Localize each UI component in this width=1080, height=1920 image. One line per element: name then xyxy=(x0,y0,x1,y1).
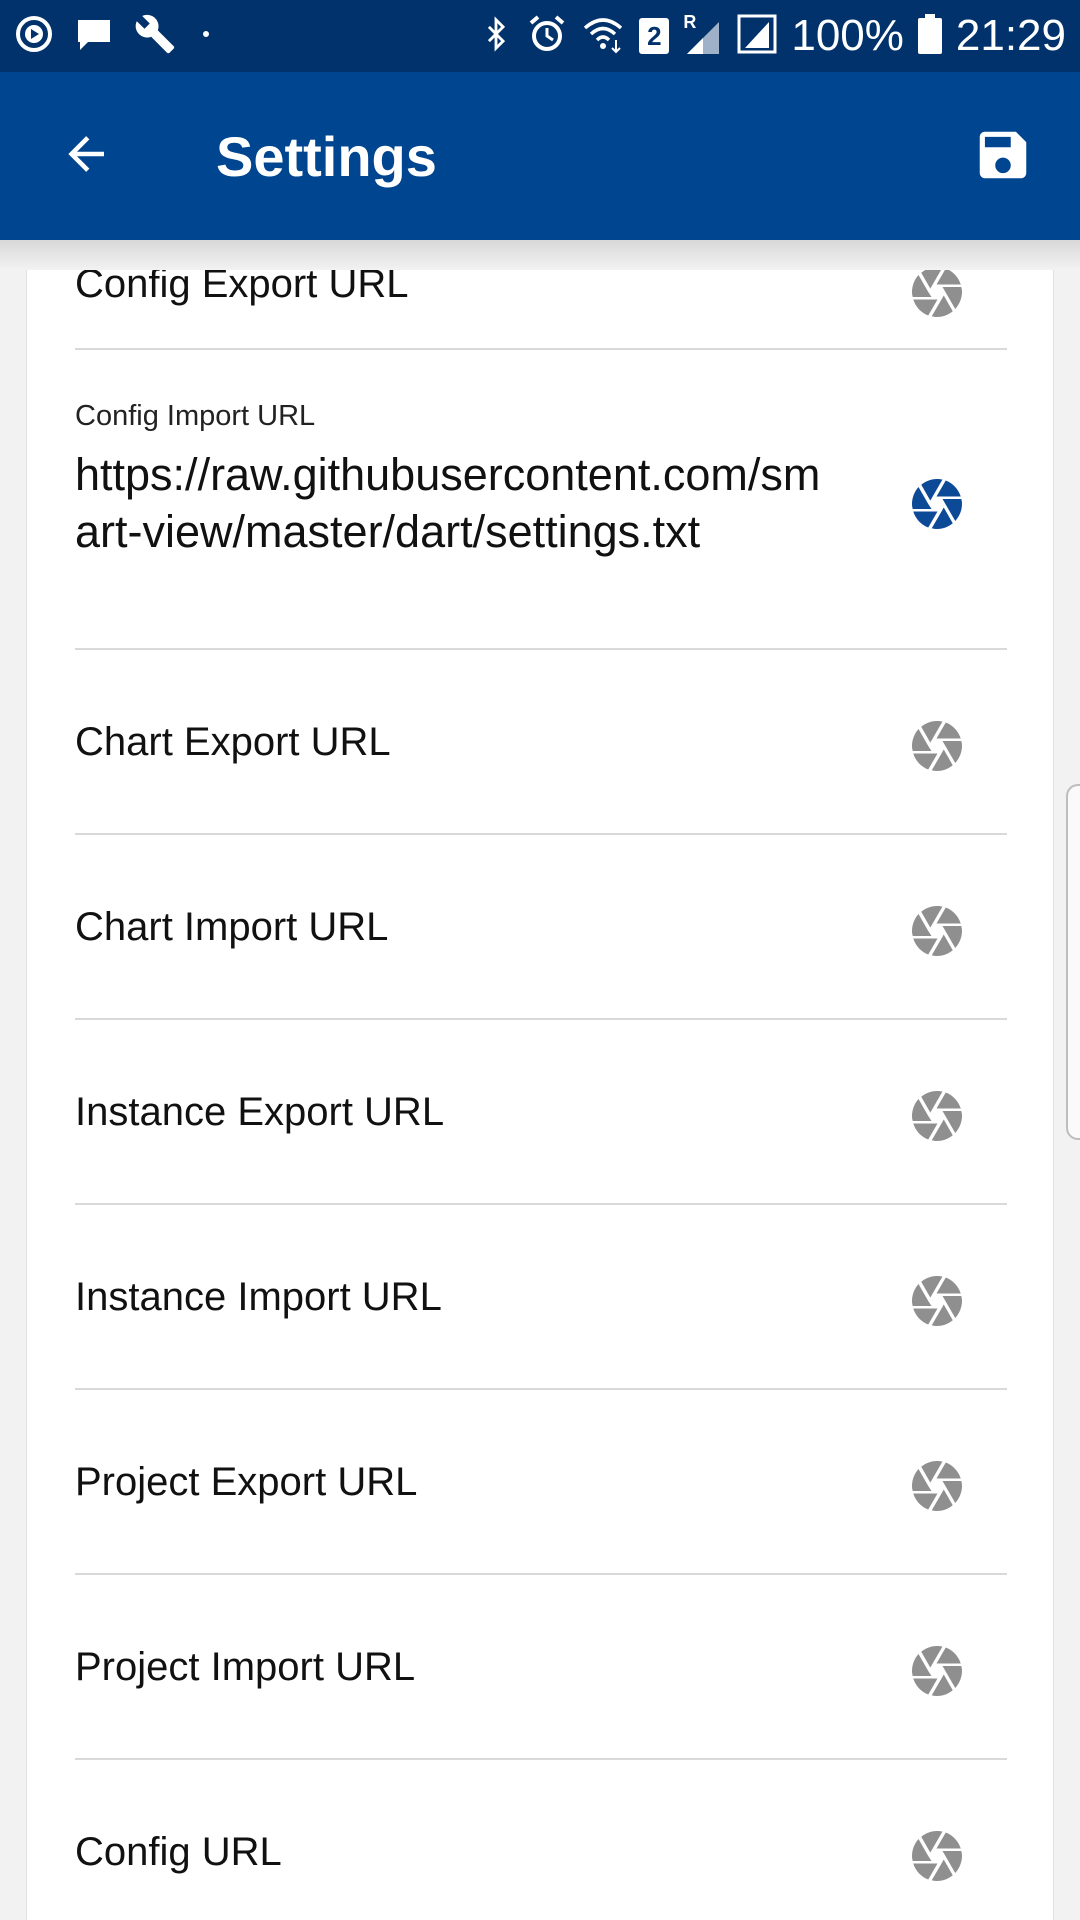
wrench-icon xyxy=(134,13,176,60)
scrollbar-handle[interactable] xyxy=(1066,784,1080,1140)
setting-label: Config Export URL xyxy=(75,270,409,306)
setting-label: Config Import URL xyxy=(75,400,316,432)
setting-label: Project Export URL xyxy=(75,1460,418,1504)
signal-roaming-icon: R xyxy=(683,12,723,56)
wifi-icon xyxy=(581,14,625,59)
setting-row-config-import-url[interactable]: Config Import URL https://raw.githubuser… xyxy=(75,350,1007,650)
message-icon xyxy=(74,14,114,59)
page-title: Settings xyxy=(216,125,437,188)
setting-label: Config URL xyxy=(75,1830,282,1874)
notification-dot-icon xyxy=(196,24,216,49)
setting-row-chart-export-url[interactable]: Chart Export URL xyxy=(75,650,1007,835)
save-button[interactable] xyxy=(972,124,1034,186)
setting-row-config-export-url[interactable]: Config Export URL xyxy=(75,270,1007,350)
sim-slot-label: 2 xyxy=(647,20,662,51)
back-button[interactable] xyxy=(50,118,122,190)
status-bar: 2 R 100% 21:29 xyxy=(0,0,1080,72)
clock: 21:29 xyxy=(955,11,1066,60)
aperture-icon[interactable] xyxy=(907,716,967,776)
aperture-icon[interactable] xyxy=(907,901,967,961)
setting-label: Project Import URL xyxy=(75,1645,416,1689)
aperture-icon[interactable] xyxy=(907,1271,967,1331)
app-bar: Settings xyxy=(0,72,1080,240)
aperture-icon[interactable] xyxy=(907,1826,967,1886)
arrow-back-icon xyxy=(68,136,104,172)
setting-label: Instance Import URL xyxy=(75,1275,442,1319)
setting-row-instance-import-url[interactable]: Instance Import URL xyxy=(75,1205,1007,1390)
aperture-icon[interactable] xyxy=(907,1641,967,1701)
settings-list: Config Export URL Config Import URL http… xyxy=(26,270,1054,1920)
app-bar-shadow xyxy=(0,240,1080,270)
save-icon xyxy=(979,131,1027,179)
setting-label: Instance Export URL xyxy=(75,1090,445,1134)
aperture-icon[interactable] xyxy=(907,1086,967,1146)
setting-label: Chart Import URL xyxy=(75,905,389,949)
setting-label: Chart Export URL xyxy=(75,720,391,764)
aperture-icon[interactable] xyxy=(907,1456,967,1516)
sim-slot-badge: 2 xyxy=(639,18,670,54)
setting-row-project-export-url[interactable]: Project Export URL xyxy=(75,1390,1007,1575)
setting-row-instance-export-url[interactable]: Instance Export URL xyxy=(75,1020,1007,1205)
aperture-icon[interactable] xyxy=(907,270,967,322)
alarm-icon xyxy=(527,14,567,59)
play-circle-icon xyxy=(14,14,54,59)
setting-row-config-url[interactable]: Config URL xyxy=(75,1760,1007,1920)
setting-row-project-import-url[interactable]: Project Import URL xyxy=(75,1575,1007,1760)
signal-icon xyxy=(737,14,777,59)
aperture-icon[interactable] xyxy=(907,474,967,534)
setting-row-chart-import-url[interactable]: Chart Import URL xyxy=(75,835,1007,1020)
bluetooth-icon xyxy=(479,13,513,60)
battery-percent: 100% xyxy=(791,11,904,60)
setting-value: https://raw.githubusercontent.com/smart-… xyxy=(75,449,821,557)
battery-icon xyxy=(917,13,942,59)
